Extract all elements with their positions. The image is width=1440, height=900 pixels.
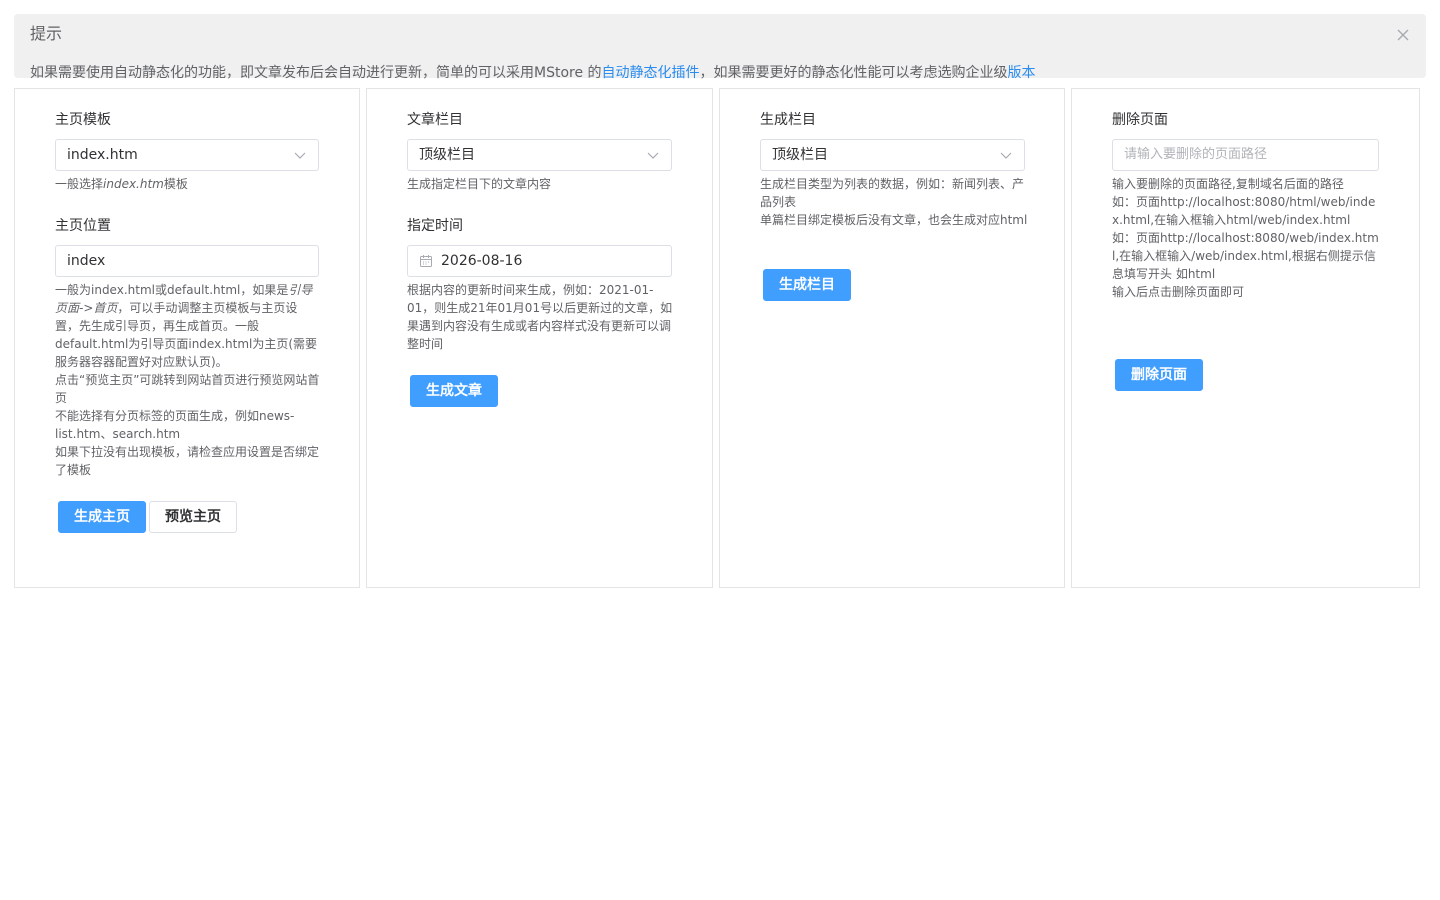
home-template-value: index.htm [67, 147, 138, 163]
alert-title: 提示 [30, 24, 63, 43]
chevron-down-icon [1000, 152, 1012, 159]
delete-page-panel: 删除页面 请输入要删除的页面路径 输入要删除的页面路径,复制域名后面的路径 如：… [1071, 88, 1420, 588]
home-page-panel: 主页模板 index.htm 一般选择index.htm模板 主页位置 inde… [14, 88, 360, 588]
article-time-help: 根据内容的更新时间来生成，例如：2021-01-01，则生成21年01月01号以… [407, 283, 673, 351]
alert-description: 如果需要使用自动静态化的功能，即文章发布后会自动进行更新，简单的可以采用MSto… [30, 64, 1036, 82]
chevron-down-icon [294, 152, 306, 159]
home-position-help: 一般为index.html或default.html，如果是引导页面->首页，可… [55, 281, 321, 479]
help-line: 生成栏目类型为列表的数据，例如：新闻列表、产品列表 [760, 177, 1025, 209]
generate-column-button[interactable]: 生成栏目 [763, 269, 851, 301]
article-time-label: 指定时间 [407, 218, 463, 234]
help-line: 如果下拉没有出现模板，请检查应用设置是否绑定了模板 [55, 445, 320, 477]
article-column-select[interactable]: 顶级栏目 [407, 139, 672, 171]
delete-path-input[interactable]: 请输入要删除的页面路径 [1112, 139, 1379, 171]
home-template-help: 一般选择index.htm模板 [55, 175, 321, 193]
help-line: 输入后点击删除页面即可 [1112, 285, 1245, 299]
home-template-label: 主页模板 [55, 112, 111, 128]
home-position-value: index [67, 253, 106, 269]
home-position-input[interactable]: index [55, 245, 319, 277]
help-line: 点击“预览主页”可跳转到网站首页进行预览网站首页 [55, 373, 320, 405]
help-text: 模板 [163, 177, 188, 191]
article-column-value: 顶级栏目 [419, 147, 475, 163]
auto-static-plugin-link[interactable]: 自动静态化插件 [602, 65, 700, 81]
help-line: 如：页面http://localhost:8080/web/index.html… [1112, 231, 1379, 281]
article-date-picker[interactable]: 2026-08-16 [407, 245, 672, 277]
close-icon[interactable] [1396, 28, 1410, 42]
tip-alert: 提示 如果需要使用自动静态化的功能，即文章发布后会自动进行更新，简单的可以采用M… [14, 14, 1426, 81]
generate-home-button[interactable]: 生成主页 [58, 501, 146, 533]
preview-home-button[interactable]: 预览主页 [149, 501, 237, 533]
alert-desc-text: 如果需要使用自动静态化的功能，即文章发布后会自动进行更新，简单的可以采用MSto… [30, 65, 602, 81]
column-label: 生成栏目 [760, 112, 816, 128]
column-help: 生成栏目类型为列表的数据，例如：新闻列表、产品列表 单篇栏目绑定模板后没有文章，… [760, 175, 1028, 229]
home-template-select[interactable]: index.htm [55, 139, 319, 171]
help-text: 一般为index.html或default.html，如果是 [55, 283, 289, 297]
calendar-icon [420, 255, 432, 267]
enterprise-version-link[interactable]: 版本 [1008, 65, 1036, 81]
help-line: 如：页面http://localhost:8080/html/web/index… [1112, 195, 1376, 227]
chevron-down-icon [647, 152, 659, 159]
delete-help: 输入要删除的页面路径,复制域名后面的路径 如：页面http://localhos… [1112, 175, 1382, 301]
help-text: 一般选择 [55, 177, 104, 191]
help-line: 不能选择有分页标签的页面生成，例如news-list.htm、search.ht… [55, 409, 295, 441]
help-line: 单篇栏目绑定模板后没有文章，也会生成对应html [760, 213, 1028, 227]
help-line: 一般为index.html或default.html，如果是引导页面->首页，可… [55, 281, 321, 371]
generate-article-button[interactable]: 生成文章 [410, 375, 498, 407]
home-position-label: 主页位置 [55, 218, 111, 234]
column-value: 顶级栏目 [772, 147, 828, 163]
article-column-help: 生成指定栏目下的文章内容 [407, 177, 552, 191]
alert-desc-text-2: ，如果需要更好的静态化性能可以考虑选购企业级 [699, 65, 1008, 81]
delete-page-button[interactable]: 删除页面 [1115, 359, 1203, 391]
column-select[interactable]: 顶级栏目 [760, 139, 1025, 171]
help-em: index.htm [103, 177, 164, 191]
column-panel: 生成栏目 顶级栏目 生成栏目类型为列表的数据，例如：新闻列表、产品列表 单篇栏目… [719, 88, 1065, 588]
article-panel: 文章栏目 顶级栏目 生成指定栏目下的文章内容 指定时间 2026-08-16 根… [366, 88, 713, 588]
delete-path-placeholder: 请输入要删除的页面路径 [1124, 147, 1268, 162]
article-date-value: 2026-08-16 [441, 253, 523, 269]
article-column-label: 文章栏目 [407, 112, 463, 128]
help-line: 输入要删除的页面路径,复制域名后面的路径 [1112, 177, 1344, 191]
delete-page-label: 删除页面 [1112, 112, 1168, 128]
